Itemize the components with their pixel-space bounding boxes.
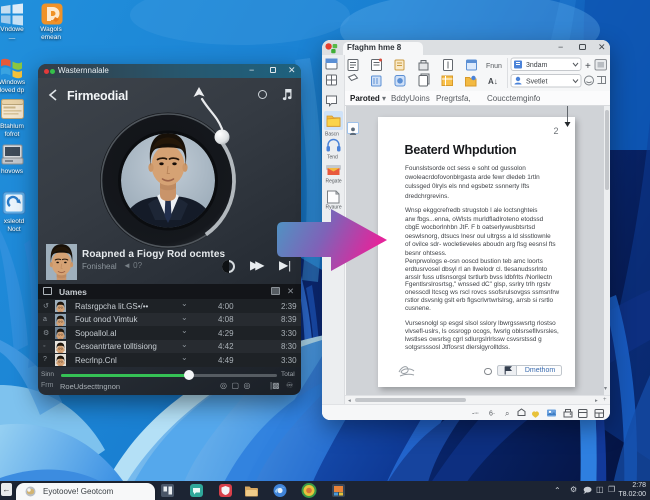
- svg-text:6·: 6·: [489, 410, 495, 417]
- svg-text:Fnun: Fnun: [486, 63, 502, 70]
- svg-text:⌕: ⌕: [505, 409, 509, 418]
- svg-text:Tend: Tend: [327, 155, 338, 161]
- svg-text:Svetlet: Svetlet: [526, 79, 547, 86]
- svg-text:Regate: Regate: [326, 179, 342, 185]
- svg-text:Bascn: Bascn: [325, 132, 339, 138]
- svg-text:+: +: [585, 61, 591, 72]
- svg-text:3ndam: 3ndam: [526, 62, 548, 69]
- svg-text:-┄: -┄: [472, 410, 479, 417]
- svg-text:A↓: A↓: [488, 77, 498, 86]
